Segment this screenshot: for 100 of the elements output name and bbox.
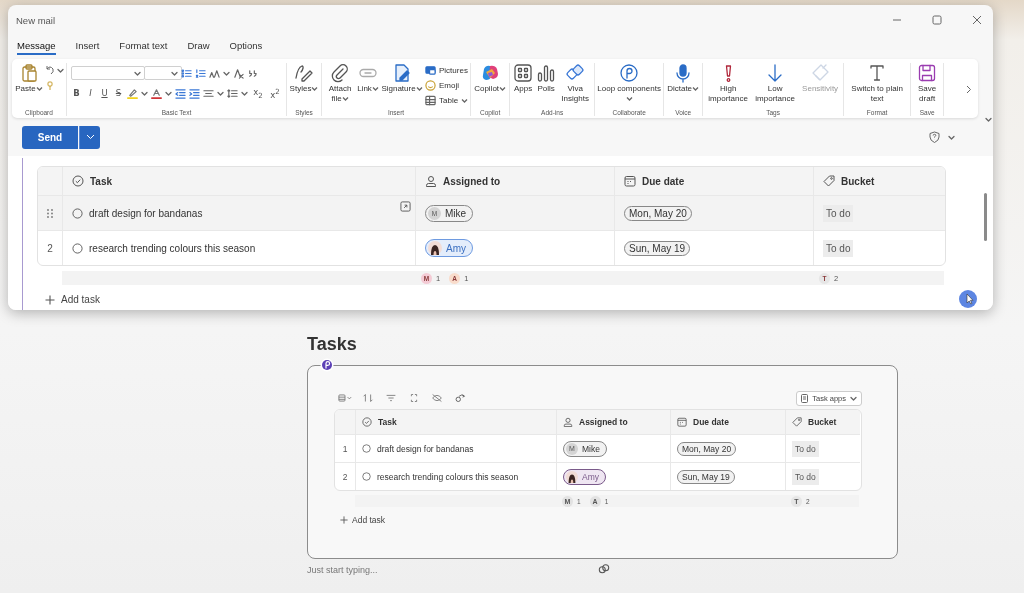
highlighter-icon (127, 87, 138, 99)
bullet-list-icon (181, 67, 192, 79)
ribbon-button[interactable]: Loop components (597, 63, 662, 104)
format-button[interactable]: B (71, 88, 82, 98)
help-shield-icon[interactable] (929, 131, 940, 143)
send-options-button[interactable] (79, 125, 100, 149)
format-button[interactable]: S (113, 88, 124, 98)
task-title[interactable]: research trending colours this season (377, 471, 519, 482)
caret-icon (223, 70, 230, 76)
exclamation-icon (724, 63, 732, 83)
eraser-icon (810, 63, 831, 83)
bucket-tag[interactable]: To do (792, 468, 819, 485)
ribbon-tab[interactable]: Options (229, 37, 263, 55)
line-spacing-icon (227, 87, 238, 99)
clear-format-icon (233, 67, 244, 79)
drag-handle-icon[interactable] (47, 208, 53, 218)
check-circle-icon (362, 417, 372, 427)
font-name-field[interactable] (71, 66, 145, 80)
due-date-pill[interactable]: Mon, May 20 (624, 205, 692, 221)
ribbon-button[interactable]: Viva Insights (558, 63, 593, 104)
bar-chart-icon (536, 63, 557, 83)
open-details-icon[interactable] (400, 201, 411, 212)
undo-button[interactable] (45, 65, 64, 75)
ribbon-button[interactable]: Paste (14, 63, 44, 94)
share-icon[interactable] (453, 393, 467, 403)
ribbon-button[interactable]: Styles (289, 63, 319, 94)
hide-icon[interactable] (430, 393, 444, 403)
table-view-icon[interactable] (338, 393, 352, 403)
emoji-icon (425, 79, 436, 91)
script-button[interactable]: x$^{2}$ (268, 86, 282, 100)
paperclip-icon (330, 63, 350, 83)
ribbon-button[interactable]: Apps (512, 63, 535, 94)
placeholder-text[interactable]: Just start typing... (307, 565, 898, 575)
ribbon-button[interactable]: Copilot (473, 63, 508, 94)
ribbon-button[interactable]: Dictate (666, 63, 701, 94)
ribbon-button[interactable]: Polls (535, 63, 558, 94)
format-button[interactable]: I (85, 88, 96, 98)
ribbon-tab[interactable]: Message (17, 37, 56, 55)
task-title[interactable]: draft design for bandanas (89, 207, 203, 219)
chevron-right-icon (966, 85, 972, 94)
due-date-pill[interactable]: Sun, May 19 (677, 469, 735, 484)
bucket-tag[interactable]: To do (792, 440, 819, 457)
ribbon-button[interactable]: Emoji (425, 78, 469, 92)
bucket-tag[interactable]: To do (823, 204, 854, 222)
completion-circle[interactable] (362, 444, 371, 453)
add-task-button[interactable]: Add task (340, 515, 386, 525)
ribbon-button[interactable]: Link (357, 63, 379, 94)
column-header[interactable]: Bucket (786, 410, 860, 434)
bucket-tag[interactable]: To do (823, 239, 854, 257)
caret-icon (217, 90, 224, 96)
plus-icon (45, 294, 55, 305)
assignee-pill[interactable]: Amy (563, 468, 606, 485)
format-button[interactable]: U (99, 88, 110, 98)
ribbon-button[interactable]: Attach file (324, 63, 356, 104)
column-header[interactable]: Task (356, 410, 557, 434)
increase-indent-icon (189, 87, 200, 99)
completion-circle[interactable] (362, 472, 371, 481)
column-header[interactable]: Assigned to (416, 167, 615, 195)
script-button[interactable]: x$_{2}$ (251, 86, 265, 100)
send-button[interactable]: Send (22, 125, 78, 149)
help-options-button[interactable] (948, 134, 955, 140)
check-circle-icon (72, 175, 84, 187)
filter-icon[interactable] (384, 393, 398, 403)
ribbon-tab[interactable]: Insert (75, 37, 100, 55)
caret-icon (141, 90, 148, 96)
ribbon-button[interactable]: Save draft (913, 63, 942, 104)
apps-icon (513, 63, 534, 83)
due-date-pill[interactable]: Mon, May 20 (677, 441, 737, 456)
column-header[interactable]: Due date (615, 167, 814, 195)
column-header[interactable]: Due date (671, 410, 786, 434)
column-header[interactable]: Task (63, 167, 416, 195)
sort-icon[interactable] (361, 393, 375, 403)
due-date-pill[interactable]: Sun, May 19 (624, 240, 691, 256)
ribbon-button[interactable]: Low importance (752, 63, 799, 104)
completion-circle[interactable] (72, 207, 83, 219)
column-header[interactable]: Bucket (814, 167, 945, 195)
completion-circle[interactable] (72, 242, 83, 254)
add-task-button[interactable]: Add task (45, 294, 100, 305)
ribbon-tab[interactable]: Draw (187, 37, 210, 55)
font-size-field[interactable] (144, 66, 182, 80)
caret-icon (165, 90, 172, 96)
ribbon-button[interactable]: Switch to plain text (846, 63, 909, 104)
maximize-button[interactable] (929, 12, 945, 28)
ribbon-button[interactable]: Pictures (425, 63, 469, 77)
ribbon-button[interactable]: Table (425, 93, 469, 107)
row-number: 2 (335, 462, 356, 490)
person-icon (563, 417, 573, 427)
row-number: 1 (335, 434, 356, 462)
column-header[interactable]: Assigned to (557, 410, 671, 434)
ribbon-button[interactable]: Signature (380, 63, 424, 94)
maximize-icon (932, 15, 942, 25)
ribbon-tab[interactable]: Format text (119, 37, 168, 55)
undo-icon (45, 65, 55, 75)
task-title[interactable]: draft design for bandanas (377, 443, 474, 454)
floppy-icon (917, 63, 938, 83)
avatar-icon (428, 241, 442, 255)
assignee-pill[interactable]: Amy (425, 239, 473, 257)
scrollbar-thumb[interactable] (984, 193, 987, 241)
ribbon-button[interactable]: High importance (705, 63, 752, 104)
task-title[interactable]: research trending colours this season (89, 242, 256, 254)
